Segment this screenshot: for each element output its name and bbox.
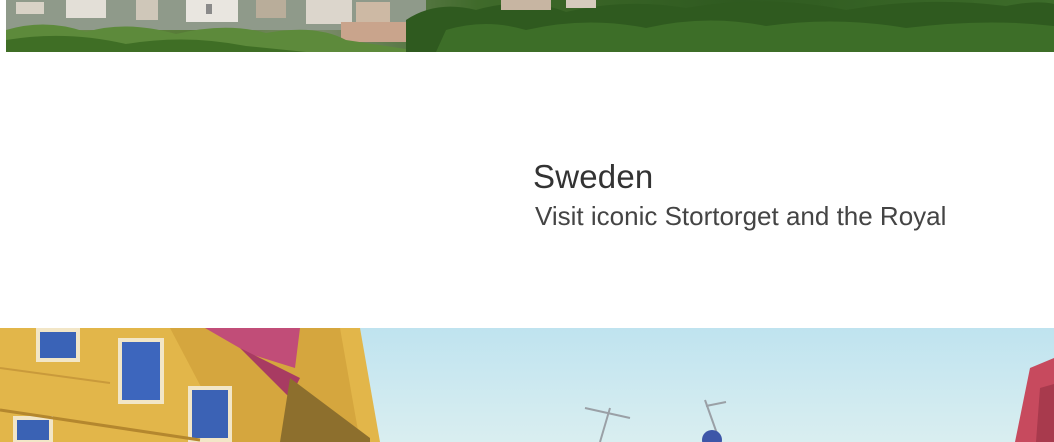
top-destination-photo[interactable] [6, 0, 1054, 52]
page: Sweden Visit iconic Stortorget and the R… [0, 0, 1054, 442]
bottom-destination-photo[interactable] [0, 328, 1054, 442]
destination-title[interactable]: Sweden [533, 157, 1053, 197]
destination-card-text: Sweden Visit iconic Stortorget and the R… [533, 157, 1053, 233]
destination-description: Visit iconic Stortorget and the Royal [535, 201, 947, 231]
hillside-town-image [6, 0, 1054, 52]
old-town-buildings-image [0, 328, 1054, 442]
